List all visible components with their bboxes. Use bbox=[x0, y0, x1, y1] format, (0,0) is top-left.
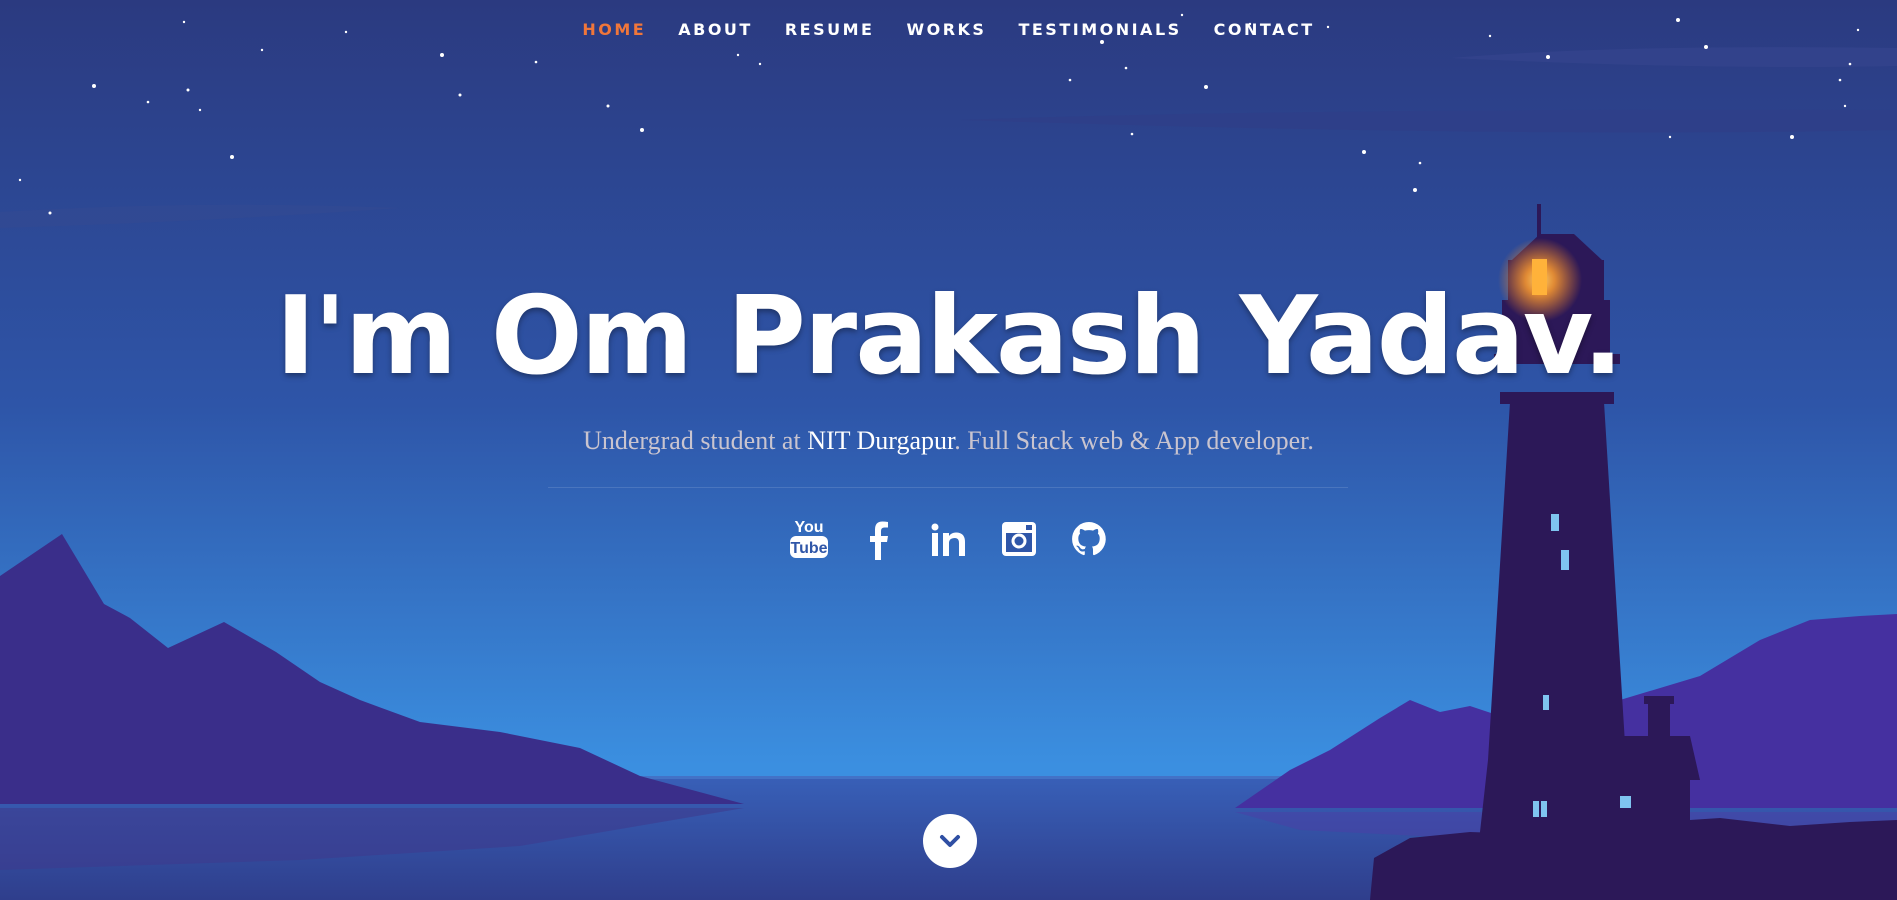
instagram-link[interactable] bbox=[997, 512, 1041, 564]
youtube-link[interactable]: You Tube bbox=[787, 512, 831, 564]
github-link[interactable] bbox=[1067, 512, 1111, 564]
nav-item-home: HOME bbox=[566, 18, 662, 41]
nav-item-contact: CONTACT bbox=[1198, 18, 1331, 41]
linkedin-icon bbox=[931, 523, 965, 556]
github-icon bbox=[1071, 522, 1106, 556]
svg-text:Tube: Tube bbox=[790, 540, 827, 557]
nav-item-testimonials: TESTIMONIALS bbox=[1002, 18, 1197, 41]
nav-item-about: ABOUT bbox=[662, 18, 769, 41]
facebook-link[interactable] bbox=[857, 512, 901, 564]
facebook-icon bbox=[869, 521, 888, 560]
youtube-icon: You Tube bbox=[789, 519, 828, 558]
nav-item-resume: RESUME bbox=[769, 18, 891, 41]
social-links: You Tube bbox=[0, 512, 1897, 564]
chevron-down-icon bbox=[940, 835, 960, 847]
nav-link-about[interactable]: ABOUT bbox=[662, 18, 769, 41]
instagram-icon bbox=[1001, 522, 1036, 556]
nav-menu: HOME ABOUT RESUME WORKS TESTIMONIALS CON… bbox=[0, 18, 1897, 41]
nav-link-contact[interactable]: CONTACT bbox=[1198, 18, 1331, 41]
divider bbox=[548, 487, 1348, 488]
nav-link-testimonials[interactable]: TESTIMONIALS bbox=[1002, 18, 1197, 41]
svg-text:You: You bbox=[794, 519, 823, 536]
nav-item-works: WORKS bbox=[890, 18, 1002, 41]
tagline-suffix: . Full Stack web & App developer. bbox=[954, 426, 1314, 455]
hero-tagline: Undergrad student at NIT Durgapur. Full … bbox=[0, 426, 1897, 456]
nav-link-works[interactable]: WORKS bbox=[890, 18, 1002, 41]
scroll-down-button[interactable] bbox=[923, 814, 977, 868]
linkedin-link[interactable] bbox=[927, 512, 971, 564]
nav-link-home[interactable]: HOME bbox=[566, 18, 662, 41]
nav-link-resume[interactable]: RESUME bbox=[769, 18, 891, 41]
hero-headline: I'm Om Prakash Yadav. bbox=[275, 274, 1623, 399]
hero-section: HOME ABOUT RESUME WORKS TESTIMONIALS CON… bbox=[0, 0, 1897, 900]
tagline-school: NIT Durgapur bbox=[807, 426, 955, 455]
tagline-prefix: Undergrad student at bbox=[583, 426, 808, 455]
